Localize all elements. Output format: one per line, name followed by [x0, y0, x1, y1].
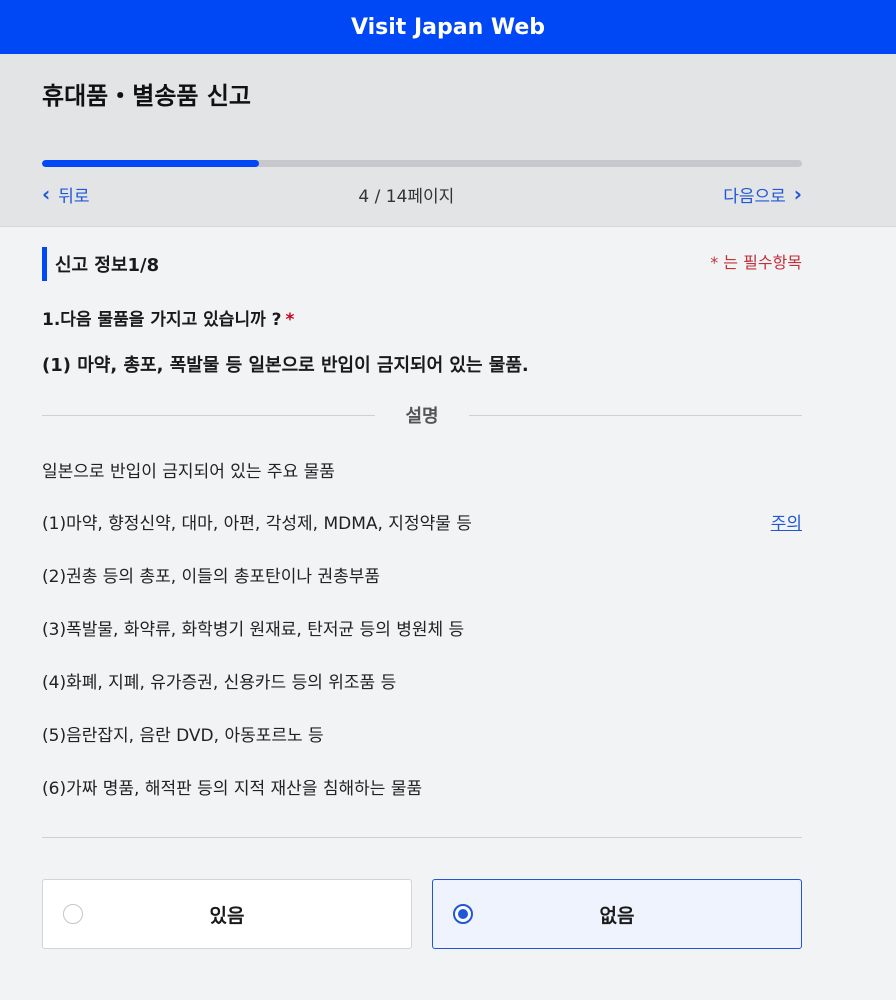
divider-line: [468, 414, 802, 416]
page-header: 휴대품・별송품 신고 ‹ 뒤로 4 / 14페이지 다음으로 ›: [0, 54, 896, 227]
option-no[interactable]: 없음: [432, 879, 802, 949]
option-yes-label: 있음: [209, 904, 245, 927]
app-title: Visit Japan Web: [350, 14, 546, 40]
page-title: 휴대품・별송품 신고: [42, 82, 251, 110]
required-mark: *: [285, 310, 295, 330]
list-item: (4)화폐, 지폐, 유가증권, 신용카드 등의 위조품 등: [42, 668, 802, 721]
list-item-text: (6)가짜 명품, 해적판 등의 지적 재산을 침해하는 물품: [42, 779, 423, 799]
list-item-text: (4)화폐, 지폐, 유가증권, 신용카드 등의 위조품 등: [42, 673, 397, 693]
section-title: 신고 정보1/8: [42, 247, 159, 281]
option-yes[interactable]: 있음: [42, 879, 412, 949]
caution-link[interactable]: 주의: [771, 509, 802, 534]
progress-bar-fill: [42, 160, 260, 167]
pager: ‹ 뒤로 4 / 14페이지 다음으로 ›: [42, 180, 802, 208]
explanation-divider: 설명: [42, 403, 802, 427]
radio-icon[interactable]: [63, 904, 83, 924]
answer-options: 있음 없음: [42, 879, 802, 949]
back-label: 뒤로: [58, 186, 90, 207]
list-item: (1)마약, 향정신약, 대마, 아편, 각성제, MDMA, 지정약물 등 주…: [42, 509, 802, 562]
list-item-text: (3)폭발물, 화약류, 화학병기 원재료, 탄저균 등의 병원체 등: [42, 620, 465, 640]
progress-bar: [42, 160, 802, 167]
next-button[interactable]: 다음으로 ›: [723, 182, 802, 207]
prohibited-items-list: (1)마약, 향정신약, 대마, 아편, 각성제, MDMA, 지정약물 등 주…: [42, 509, 802, 827]
list-item-text: (1)마약, 향정신약, 대마, 아편, 각성제, MDMA, 지정약물 등: [42, 514, 472, 534]
explanation-label: 설명: [405, 406, 439, 427]
sub-question: (1) 마약, 총포, 폭발물 등 일본으로 반입이 금지되어 있는 물품.: [42, 355, 529, 376]
list-item: (5)음란잡지, 음란 DVD, 아동포르노 등: [42, 721, 802, 774]
back-button[interactable]: ‹ 뒤로: [42, 182, 90, 207]
list-item: (2)권총 등의 총포, 이들의 총포탄이나 권총부품: [42, 562, 802, 615]
list-item: (6)가짜 명품, 해적판 등의 지적 재산을 침해하는 물품: [42, 774, 802, 827]
list-item-text: (2)권총 등의 총포, 이들의 총포탄이나 권총부품: [42, 567, 381, 587]
chevron-right-icon: ›: [793, 182, 802, 206]
question-title: 1.다음 물품을 가지고 있습니까 ? *: [42, 305, 294, 330]
list-item: (3)폭발물, 화약류, 화학병기 원재료, 탄저균 등의 병원체 등: [42, 615, 802, 668]
radio-selected-icon[interactable]: [453, 904, 473, 924]
option-no-label: 없음: [599, 904, 635, 927]
divider: [42, 837, 802, 838]
chevron-left-icon: ‹: [42, 182, 51, 206]
required-note: * 는 필수항목: [710, 253, 802, 272]
section-header: 신고 정보1/8 * 는 필수항목: [42, 247, 802, 283]
explanation-intro: 일본으로 반입이 금지되어 있는 주요 물품: [42, 462, 335, 482]
question-text: 1.다음 물품을 가지고 있습니까 ?: [42, 310, 282, 330]
app-title-bar: Visit Japan Web: [0, 0, 896, 54]
list-item-text: (5)음란잡지, 음란 DVD, 아동포르노 등: [42, 726, 324, 746]
next-label: 다음으로: [723, 186, 786, 207]
divider-line: [42, 414, 376, 416]
page-indicator: 4 / 14페이지: [358, 186, 455, 207]
